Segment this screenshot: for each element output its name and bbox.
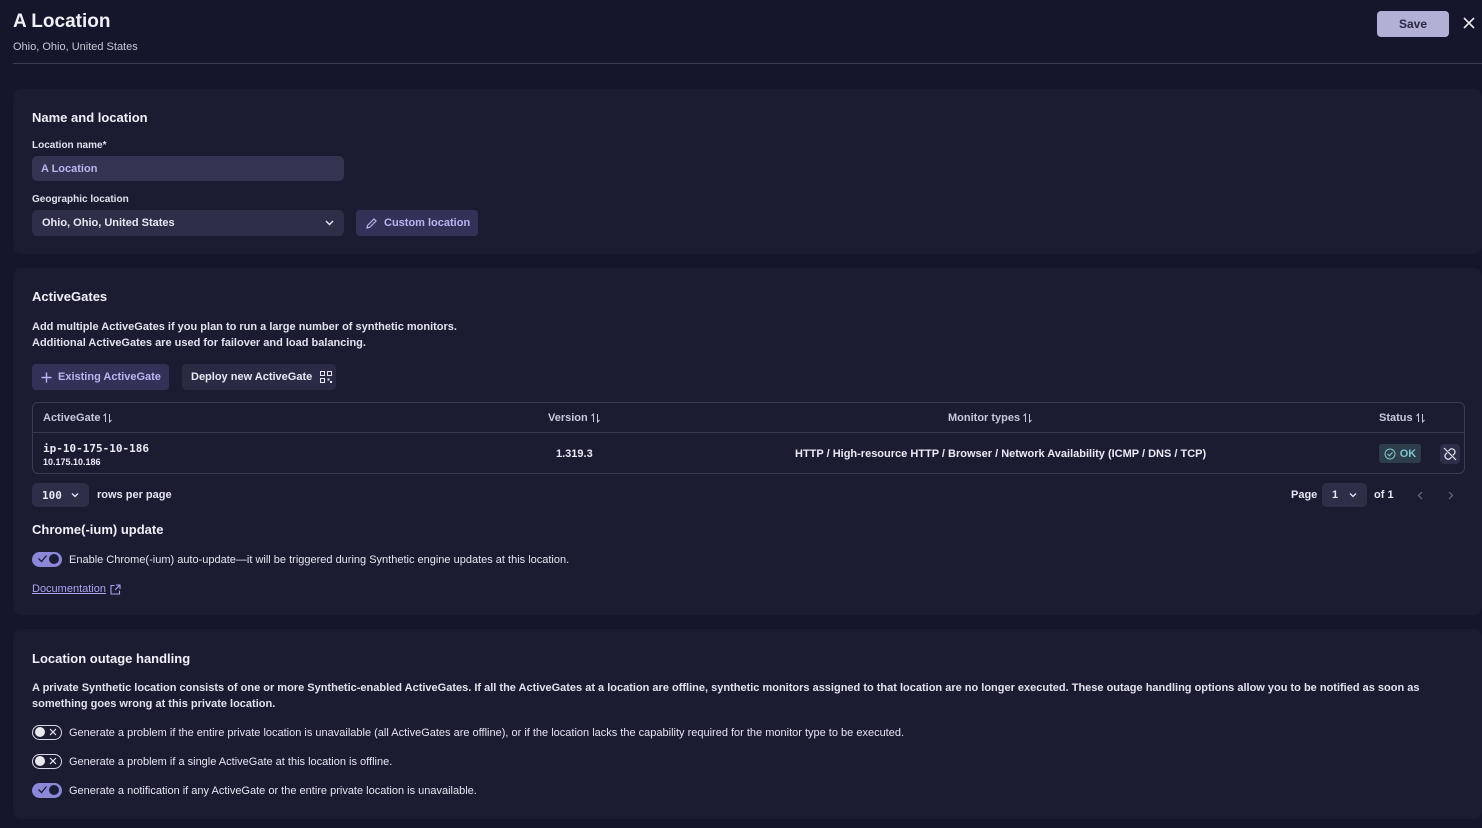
status-text: OK — [1399, 447, 1417, 460]
custom-location-label: Custom location — [384, 217, 471, 229]
toggle-knob — [35, 727, 45, 737]
activegates-description-1: Add multiple ActiveGates if you plan to … — [32, 321, 457, 333]
x-icon — [49, 728, 57, 736]
save-button[interactable]: Save — [1377, 11, 1449, 37]
page-of-label: of 1 — [1374, 489, 1394, 501]
toggle-knob — [35, 756, 45, 766]
sort-icon — [590, 413, 600, 423]
location-name-label: Location name* — [32, 140, 107, 151]
external-link-icon — [110, 583, 121, 595]
geographic-location-label: Geographic location — [32, 194, 129, 205]
toggle-knob — [49, 785, 59, 795]
column-header-label: ActiveGate — [43, 412, 101, 424]
activegates-description-2: Additional ActiveGates are used for fail… — [32, 337, 366, 349]
chevron-left-icon — [1417, 491, 1423, 499]
chrome-auto-update-toggle[interactable] — [32, 552, 62, 567]
name-location-card: Name and location Location name* A Locat… — [13, 89, 1482, 254]
geographic-location-select[interactable]: Ohio, Ohio, United States — [32, 210, 344, 236]
outage-option-label-3: Generate a notification if any ActiveGat… — [69, 785, 477, 797]
table-header: ActiveGate Version Monitor types Status — [33, 403, 1464, 433]
deploy-activegate-button[interactable]: Deploy new ActiveGate — [182, 364, 336, 390]
sort-icon — [1415, 413, 1425, 423]
check-circle-icon — [1384, 448, 1396, 459]
check-icon — [38, 555, 47, 563]
x-icon — [49, 757, 57, 765]
sort-icon — [103, 413, 113, 423]
outage-handling-description: A private Synthetic location consists of… — [32, 682, 1420, 710]
chrome-auto-update-label: Enable Chrome(-ium) auto-update—it will … — [69, 554, 570, 566]
unlink-activegate-button[interactable] — [1440, 444, 1460, 464]
page-value: 1 — [1332, 489, 1339, 501]
outage-option-label-1: Generate a problem if the entire private… — [69, 727, 905, 739]
close-icon — [1463, 17, 1475, 29]
outage-handling-card: Location outage handling A private Synth… — [13, 629, 1482, 819]
activegate-monitor-types: HTTP / High-resource HTTP / Browser / Ne… — [795, 448, 1207, 460]
toggle-knob — [49, 554, 59, 564]
activegate-ip: 10.175.10.186 — [43, 457, 101, 467]
next-page-button[interactable] — [1444, 488, 1458, 502]
chevron-down-icon — [1349, 493, 1357, 498]
chrome-update-title: Chrome(-ium) update — [32, 522, 164, 537]
status-badge: OK — [1379, 444, 1421, 463]
activegate-hostname: ip-10-175-10-186 — [43, 442, 149, 455]
chevron-right-icon — [1448, 491, 1454, 499]
column-header-version[interactable]: Version — [548, 412, 600, 424]
plus-icon — [41, 372, 52, 382]
existing-activegate-label: Existing ActiveGate — [58, 371, 161, 383]
outage-handling-title: Location outage handling — [32, 651, 191, 666]
previous-page-button[interactable] — [1413, 488, 1427, 502]
name-location-title: Name and location — [32, 110, 148, 125]
chevron-down-icon — [71, 493, 79, 498]
documentation-link[interactable]: Documentation — [32, 583, 121, 595]
unlink-icon — [1443, 447, 1457, 461]
custom-location-button[interactable]: Custom location — [356, 210, 478, 236]
header-divider — [13, 63, 1482, 64]
page-select[interactable]: 1 — [1322, 483, 1367, 507]
location-name-input[interactable]: A Location — [32, 156, 344, 181]
column-header-label: Monitor types — [948, 412, 1021, 424]
page-header: A Location Ohio, Ohio, United States Sav… — [0, 0, 1482, 64]
page-subtitle: Ohio, Ohio, United States — [13, 41, 138, 53]
chevron-down-icon — [325, 220, 334, 226]
sort-icon — [1023, 413, 1032, 423]
activegates-title: ActiveGates — [32, 289, 108, 304]
rows-per-page-value: 100 — [42, 488, 62, 502]
activegates-table: ActiveGate Version Monitor types Status … — [32, 402, 1465, 474]
geographic-location-value: Ohio, Ohio, United States — [42, 217, 175, 229]
check-icon — [38, 786, 47, 794]
outage-option-label-2: Generate a problem if a single ActiveGat… — [69, 756, 393, 768]
column-header-status[interactable]: Status — [1379, 412, 1425, 424]
column-header-label: Version — [548, 412, 588, 424]
rows-per-page-label: rows per page — [97, 489, 172, 501]
outage-option-toggle-2[interactable] — [32, 754, 62, 769]
outage-option-toggle-1[interactable] — [32, 725, 62, 740]
column-header-activegate[interactable]: ActiveGate — [43, 412, 113, 424]
rows-per-page-select[interactable]: 100 — [32, 483, 89, 507]
page-title: A Location — [13, 11, 111, 32]
pencil-icon — [366, 217, 377, 229]
documentation-link-text: Documentation — [32, 583, 106, 595]
activegate-version: 1.319.3 — [556, 448, 593, 460]
page-label: Page — [1291, 489, 1318, 501]
column-header-monitor-types[interactable]: Monitor types — [948, 412, 1032, 424]
outage-option-toggle-3[interactable] — [32, 783, 62, 798]
column-header-label: Status — [1379, 412, 1413, 424]
existing-activegate-button[interactable]: Existing ActiveGate — [32, 364, 169, 390]
qr-code-icon — [320, 371, 333, 383]
activegates-card: ActiveGates Add multiple ActiveGates if … — [13, 268, 1482, 615]
close-button[interactable] — [1460, 14, 1478, 32]
deploy-activegate-label: Deploy new ActiveGate — [191, 371, 313, 383]
